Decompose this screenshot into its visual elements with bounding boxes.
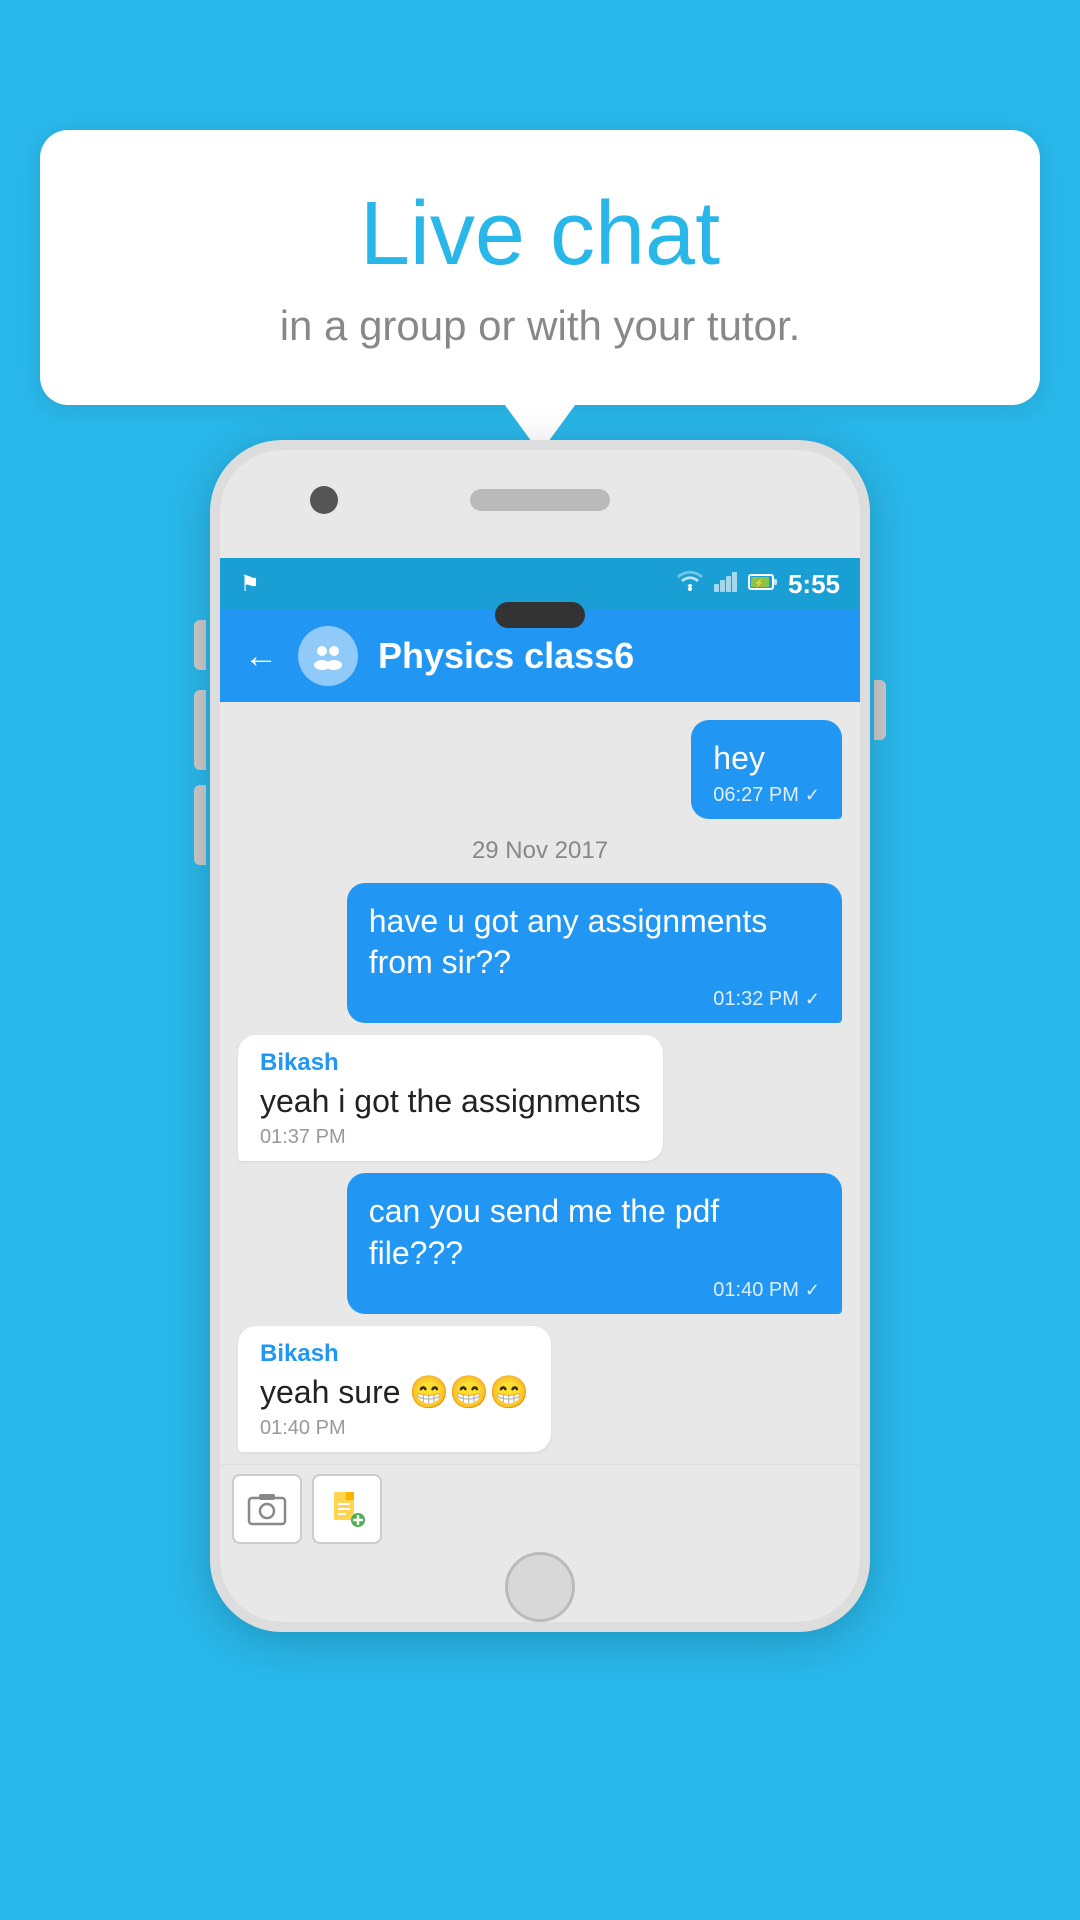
group-avatar <box>298 626 358 686</box>
silent-button <box>194 785 206 865</box>
message-text: yeah i got the assignments <box>260 1081 641 1123</box>
message-meta: 01:40 PM ✓ <box>369 1279 820 1302</box>
chat-title: Physics class6 <box>378 635 836 677</box>
phone-top <box>220 450 860 550</box>
message-time: 01:32 PM <box>713 988 799 1011</box>
message-received-bikash1: Bikash yeah i got the assignments 01:37 … <box>238 1035 663 1162</box>
input-area <box>220 1464 860 1552</box>
volume-down-button <box>194 690 206 770</box>
message-time: 06:27 PM <box>713 784 799 807</box>
message-time: 01:40 PM <box>713 1279 799 1302</box>
message-received-bikash2: Bikash yeah sure 😁😁😁 01:40 PM <box>238 1326 551 1453</box>
svg-text:⚡: ⚡ <box>754 578 764 588</box>
date-divider: 29 Nov 2017 <box>238 837 842 865</box>
message-text: have u got any assignments from sir?? <box>369 901 820 984</box>
message-sent-assignments: have u got any assignments from sir?? 01… <box>347 883 842 1023</box>
read-receipt: ✓ <box>805 1280 820 1301</box>
read-receipt: ✓ <box>805 989 820 1010</box>
file-attach-button[interactable] <box>312 1474 382 1544</box>
phone-mockup: ⚑ <box>210 440 870 1632</box>
battery-icon: ⚡ <box>748 571 778 597</box>
phone-bottom <box>220 1552 860 1622</box>
signal-icon <box>714 570 738 598</box>
back-button[interactable]: ← <box>244 637 278 676</box>
sender-name: Bikash <box>260 1049 641 1077</box>
notification-icon: ⚑ <box>240 571 260 597</box>
status-left: ⚑ <box>240 571 260 597</box>
sender-name: Bikash <box>260 1340 529 1368</box>
chat-area: hey 06:27 PM ✓ 29 Nov 2017 have u got an… <box>220 702 860 1464</box>
status-time: 5:55 <box>788 569 840 600</box>
phone-screen: ⚑ <box>220 558 860 1552</box>
volume-up-button <box>194 620 206 670</box>
phone-camera <box>310 486 338 514</box>
message-sent-pdf: can you send me the pdf file??? 01:40 PM… <box>347 1173 842 1313</box>
bubble-title: Live chat <box>100 185 980 284</box>
read-receipt: ✓ <box>805 785 820 806</box>
message-sent-hey: hey 06:27 PM ✓ <box>691 720 842 819</box>
message-meta: 01:37 PM <box>260 1126 641 1149</box>
message-text: yeah sure 😁😁😁 <box>260 1372 529 1414</box>
phone-earpiece <box>495 602 585 628</box>
bubble-subtitle: in a group or with your tutor. <box>100 302 980 350</box>
speech-bubble-container: Live chat in a group or with your tutor. <box>40 130 1040 405</box>
message-meta: 06:27 PM ✓ <box>713 784 820 807</box>
status-right: ⚡ 5:55 <box>676 569 840 600</box>
message-text: hey <box>713 738 820 780</box>
phone-body: ⚑ <box>210 440 870 1632</box>
wifi-icon <box>676 570 704 598</box>
message-meta: 01:40 PM <box>260 1417 529 1440</box>
image-attach-button[interactable] <box>232 1474 302 1544</box>
power-button <box>874 680 886 740</box>
speech-bubble: Live chat in a group or with your tutor. <box>40 130 1040 405</box>
home-button[interactable] <box>505 1552 575 1622</box>
message-meta: 01:32 PM ✓ <box>369 988 820 1011</box>
message-text: can you send me the pdf file??? <box>369 1191 820 1274</box>
phone-speaker <box>470 489 610 511</box>
